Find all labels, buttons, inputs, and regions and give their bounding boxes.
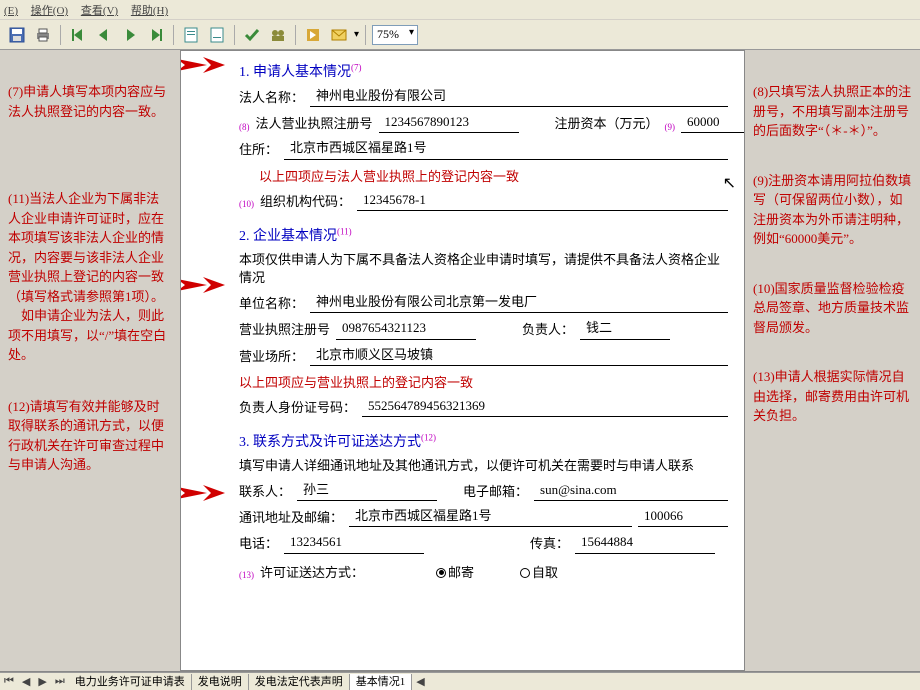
legal-name-field[interactable]: 神州电业股份有限公司 [310, 87, 728, 107]
label: 营业执照注册号 [239, 321, 330, 339]
label: 注册资本（万元） [555, 115, 659, 133]
tab-power-desc[interactable]: 发电说明 [192, 674, 249, 690]
next-page-icon[interactable] [119, 24, 141, 46]
label: 联系人： [239, 483, 291, 501]
menu-view[interactable]: 查看(V) [81, 5, 118, 17]
hint-text: 以上四项应与营业执照上的登记内容一致 [239, 372, 728, 391]
section3-desc: 填写申请人详细通讯地址及其他通讯方式，以便许可机关在需要时与申请人联系 [239, 457, 728, 475]
menu-file[interactable]: (E) [4, 5, 18, 17]
label: 法人营业执照注册号 [256, 115, 373, 133]
note-7: (7)申请人填写本项内容应与法人执照登记的内容一致。 [8, 82, 172, 121]
capital-field[interactable]: 60000 [681, 113, 745, 133]
owner-id-field[interactable]: 552564789456321369 [362, 397, 728, 417]
menu-bar: (E) 操作(O) 查看(V) 帮助(H) [0, 0, 920, 20]
label: 电子邮箱： [463, 483, 528, 501]
print-icon[interactable] [32, 24, 54, 46]
tab-declaration[interactable]: 发电法定代表声明 [249, 674, 350, 690]
right-annotations: (8)只填写法人执照正本的注册号，不用填写副本注册号的后面数字“（＊-＊）”。 … [745, 50, 920, 671]
tab-first-icon[interactable]: ⏮ [0, 675, 18, 688]
tab-application[interactable]: 电力业务许可证申请表 [69, 674, 192, 690]
owner-field[interactable]: 钱二 [580, 319, 670, 339]
label: 负责人身份证号码： [239, 399, 356, 417]
label: 通讯地址及邮编： [239, 509, 343, 527]
note-11: (11)当法人企业为下属非法人企业申请许可证时，应在本项填写该非法人企业的情况，… [8, 189, 172, 365]
hint-text: 以上四项应与法人营业执照上的登记内容一致 [259, 166, 728, 185]
cursor-icon: ↖ [723, 173, 736, 193]
tab-next-icon[interactable]: ▶ [34, 675, 50, 688]
org-code-field[interactable]: 12345678-1 [357, 191, 728, 211]
last-page-icon[interactable] [145, 24, 167, 46]
export-icon[interactable] [302, 24, 324, 46]
label: 法人名称： [239, 89, 304, 107]
sheet-tab-bar: ⏮ ◀ ▶ ⏭ 电力业务许可证申请表 发电说明 发电法定代表声明 基本情况1 ◀ [0, 672, 920, 690]
check-icon[interactable] [241, 24, 263, 46]
delivery-pickup-radio[interactable]: 自取 [520, 564, 558, 582]
email-field[interactable]: sun@sina.com [534, 481, 728, 501]
license-no-field[interactable]: 1234567890123 [379, 113, 519, 133]
address-field[interactable]: 北京市西城区福星路1号 [284, 139, 728, 159]
note-10: (10)国家质量监督检验检疫总局签章、地方质量技术监督局颁发。 [753, 279, 912, 338]
tel-field[interactable]: 13234561 [284, 533, 424, 553]
first-page-icon[interactable] [67, 24, 89, 46]
left-annotations: (7)申请人填写本项内容应与法人执照登记的内容一致。 (11)当法人企业为下属非… [0, 50, 180, 671]
zip-field[interactable]: 100066 [638, 507, 728, 527]
label: 负责人： [522, 321, 574, 339]
document-page: ↖ 1. 申请人基本情况(7) 法人名称：神州电业股份有限公司 (8)法人营业执… [180, 50, 745, 671]
tab-last-icon[interactable]: ⏭ [51, 675, 69, 688]
note-8: (8)只填写法人执照正本的注册号，不用填写副本注册号的后面数字“（＊-＊）”。 [753, 82, 912, 141]
delivery-mail-radio[interactable]: 邮寄 [436, 564, 474, 582]
label: 传真： [530, 535, 569, 553]
fax-field[interactable]: 15644884 [575, 533, 715, 553]
biz-place-field[interactable]: 北京市顺义区马坡镇 [310, 346, 728, 366]
mail-dropdown-icon[interactable]: ▾ [354, 29, 359, 40]
label: 组织机构代码： [260, 193, 351, 211]
mail-addr-field[interactable]: 北京市西城区福星路1号 [349, 507, 632, 527]
label: 单位名称： [239, 295, 304, 313]
note-9: (9)注册资本请用阿拉伯数填写（可保留两位小数），如注册资本为外币请注明种，例如… [753, 171, 912, 249]
doc-a-icon[interactable] [180, 24, 202, 46]
unit-name-field[interactable]: 神州电业股份有限公司北京第一发电厂 [310, 293, 728, 313]
group-icon[interactable] [267, 24, 289, 46]
label: 营业场所： [239, 348, 304, 366]
toolbar: ▾ 75% [0, 20, 920, 50]
prev-page-icon[interactable] [93, 24, 115, 46]
doc-b-icon[interactable] [206, 24, 228, 46]
section2-desc: 本项仅供申请人为下属不具备法人资格企业申请时填写，请提供不具备法人资格企业情况 [239, 251, 728, 287]
label: 电话： [239, 535, 278, 553]
note-13: (13)申请人根据实际情况自由选择，邮寄费用由许可机关负担。 [753, 367, 912, 426]
menu-help[interactable]: 帮助(H) [131, 5, 168, 17]
biz-license-field[interactable]: 0987654321123 [336, 319, 476, 339]
save-icon[interactable] [6, 24, 28, 46]
note-12: (12)请填写有效并能够及时取得联系的通讯方式，以便行政机关在许可审查过程中与申… [8, 397, 172, 475]
mail-icon[interactable] [328, 24, 350, 46]
label: 住所： [239, 141, 278, 159]
zoom-select[interactable]: 75% [372, 25, 418, 45]
label: 许可证送达方式： [260, 564, 364, 582]
menu-op[interactable]: 操作(O) [31, 5, 68, 17]
contact-field[interactable]: 孙三 [297, 481, 437, 501]
tab-prev-icon[interactable]: ◀ [18, 675, 34, 688]
section1-title: 1. 申请人基本情况(7) [239, 61, 728, 81]
tab-more-icon[interactable]: ◀ [412, 675, 428, 688]
tab-basic-info[interactable]: 基本情况1 [350, 674, 413, 690]
section2-title: 2. 企业基本情况(11) [239, 225, 728, 245]
section3-title: 3. 联系方式及许可证送达方式(12) [239, 431, 728, 451]
